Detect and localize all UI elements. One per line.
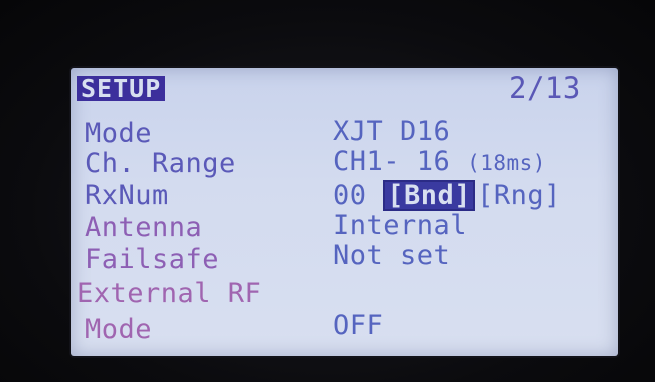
- mode-value[interactable]: XJT D16: [333, 118, 450, 145]
- mode-label: Mode: [85, 118, 153, 149]
- page-title: SETUP: [77, 76, 166, 101]
- page-number: 2/13: [509, 71, 581, 105]
- rxnum-label: RxNum: [85, 180, 169, 211]
- lcd-screen: SETUP 2/13 Mode XJT D16 Ch. Range CH1- 1…: [71, 68, 618, 356]
- rxnum-value[interactable]: 00: [333, 180, 367, 211]
- rxnum-row: 00 [Bnd] [Rng]: [333, 180, 561, 211]
- failsafe-label: Failsafe: [85, 244, 220, 275]
- external-rf-mode-value[interactable]: OFF: [333, 312, 383, 339]
- ch-range-value[interactable]: CH1- 16 (18ms): [333, 148, 546, 175]
- antenna-label: Antenna: [85, 212, 203, 243]
- external-rf-section-label: External RF: [77, 278, 262, 309]
- antenna-value[interactable]: Internal: [333, 212, 467, 239]
- range-check-button[interactable]: [Rng]: [477, 182, 561, 209]
- ch-range-channels: CH1- 16: [333, 146, 451, 177]
- radio-bezel: SETUP 2/13 Mode XJT D16 Ch. Range CH1- 1…: [0, 0, 655, 382]
- external-rf-mode-label: Mode: [85, 314, 153, 345]
- failsafe-value[interactable]: Not set: [333, 242, 450, 269]
- bind-button[interactable]: [Bnd]: [383, 180, 476, 211]
- ch-range-label: Ch. Range: [85, 148, 236, 179]
- ch-range-frame-time: (18ms): [467, 151, 546, 175]
